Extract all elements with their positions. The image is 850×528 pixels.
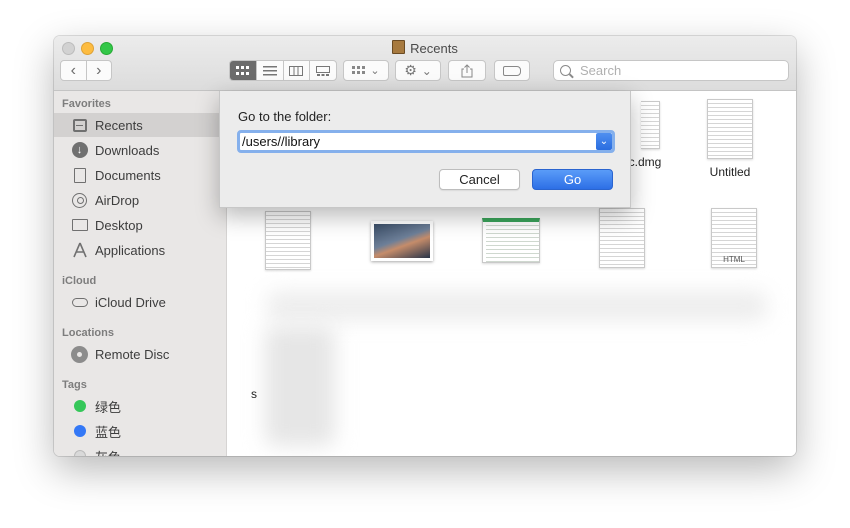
sidebar-item-remote-disc[interactable]: Remote Disc (54, 342, 226, 366)
list-view-button[interactable] (257, 61, 284, 80)
file-item[interactable] (371, 221, 433, 261)
blurred-content (265, 326, 335, 446)
sidebar-header-favorites: Favorites (62, 98, 111, 110)
search-icon (560, 65, 571, 76)
group-by-button[interactable]: ⌄ (343, 60, 389, 81)
search-input[interactable] (578, 62, 782, 79)
recents-folder-icon (392, 40, 406, 54)
chevron-left-icon: ‹ (70, 61, 76, 79)
sidebar-item-label: Desktop (95, 217, 143, 233)
sidebar-item-tag-gray[interactable]: 灰色 (54, 444, 226, 456)
sidebar-item-label: Applications (95, 242, 166, 258)
spreadsheet-thumbnail-icon (265, 211, 311, 270)
window-title: Recents (54, 40, 796, 56)
airdrop-icon (72, 192, 87, 208)
sidebar-item-label: Downloads (95, 142, 160, 158)
list-icon (262, 65, 277, 75)
back-button[interactable]: ‹ (61, 61, 87, 80)
html-badge: HTML (723, 255, 745, 264)
sidebar-item-airdrop[interactable]: AirDrop (54, 188, 226, 212)
document-icon (73, 167, 86, 183)
column-view-button[interactable] (284, 61, 311, 80)
sidebar-item-label: 灰色 (95, 447, 121, 457)
file-item[interactable] (599, 208, 645, 268)
html-document-icon: HTML (711, 208, 757, 268)
share-icon (461, 63, 473, 77)
sidebar-item-label: 蓝色 (95, 424, 122, 440)
sidebar-header-tags: Tags (62, 379, 87, 391)
applications-icon (72, 242, 87, 258)
tag-dot-gray-icon (73, 450, 86, 456)
sidebar-item-label: 绿色 (95, 399, 122, 415)
sidebar-header-locations: Locations (62, 327, 114, 339)
path-history-dropdown-button[interactable]: ⌄ (596, 133, 612, 150)
icon-view-button[interactable] (230, 61, 257, 80)
sidebar-item-label: Recents (95, 117, 143, 133)
edit-tags-button[interactable] (494, 60, 530, 81)
sidebar-item-label: Remote Disc (95, 346, 170, 362)
sidebar-item-label: iCloud Drive (95, 294, 166, 310)
document-thumbnail-icon (707, 99, 753, 159)
gear-icon: ⚙ (404, 62, 417, 78)
image-thumbnail-icon (371, 221, 433, 261)
folder-path-input[interactable] (240, 132, 596, 151)
tag-icon (503, 65, 521, 76)
file-item[interactable] (482, 218, 540, 263)
action-menu-button[interactable]: ⚙ ⌄ (395, 60, 441, 81)
go-button[interactable]: Go (532, 169, 613, 190)
chevron-down-icon: ⌄ (421, 63, 432, 78)
forward-button[interactable]: › (87, 61, 112, 80)
sidebar-header-icloud: iCloud (62, 275, 97, 287)
search-field[interactable] (553, 60, 789, 81)
columns-icon (289, 65, 304, 76)
chevron-down-icon: ⌄ (370, 65, 380, 77)
go-to-folder-prompt: Go to the folder: (238, 109, 332, 124)
folder-path-combobox[interactable]: ⌄ (237, 130, 615, 153)
download-icon: ↓ (71, 142, 88, 158)
sidebar: Favorites Recents ↓ Downloads Documents … (54, 91, 227, 456)
cancel-button[interactable]: Cancel (439, 169, 520, 190)
document-thumbnail-icon (482, 218, 540, 263)
sidebar-item-label: AirDrop (95, 192, 140, 208)
tag-dot-green-icon (73, 400, 86, 412)
sidebar-item-tag-blue[interactable]: 蓝色 (54, 419, 226, 443)
back-forward-control: ‹ › (60, 60, 112, 81)
file-item[interactable] (265, 211, 311, 270)
tag-dot-blue-icon (73, 425, 86, 437)
blurred-content (267, 291, 767, 321)
sidebar-item-label: Documents (95, 167, 161, 183)
desktop-icon (71, 219, 88, 231)
sidebar-item-icloud-drive[interactable]: iCloud Drive (54, 290, 226, 314)
grid-icon (236, 65, 250, 75)
sidebar-item-documents[interactable]: Documents (54, 163, 226, 187)
cloud-icon (71, 297, 88, 307)
gallery-icon (316, 65, 331, 76)
clock-icon (72, 118, 87, 132)
file-item-untitled[interactable]: Untitled (707, 99, 753, 179)
sidebar-item-downloads[interactable]: ↓ Downloads (54, 138, 226, 162)
text-document-icon (599, 208, 645, 268)
chevron-down-icon: ⌄ (599, 136, 609, 147)
share-button[interactable] (448, 60, 486, 81)
file-label: Untitled (709, 165, 751, 179)
gallery-view-button[interactable] (310, 61, 336, 80)
file-item-html[interactable]: HTML (711, 208, 757, 268)
sidebar-item-tag-green[interactable]: 绿色 (54, 394, 226, 418)
view-mode-control (229, 60, 337, 81)
file-label: s (251, 387, 257, 401)
sidebar-item-desktop[interactable]: Desktop (54, 213, 226, 237)
go-to-folder-sheet: Go to the folder: ⌄ Cancel Go (219, 91, 631, 208)
disc-icon (71, 345, 88, 363)
sidebar-item-recents[interactable]: Recents (54, 113, 226, 137)
chevron-right-icon: › (96, 61, 102, 79)
sidebar-item-applications[interactable]: Applications (54, 238, 226, 262)
group-icon (352, 66, 366, 74)
dmg-file-icon (641, 101, 661, 149)
title-bar: Recents ‹ › ⌄ ⚙ ⌄ (54, 36, 796, 91)
